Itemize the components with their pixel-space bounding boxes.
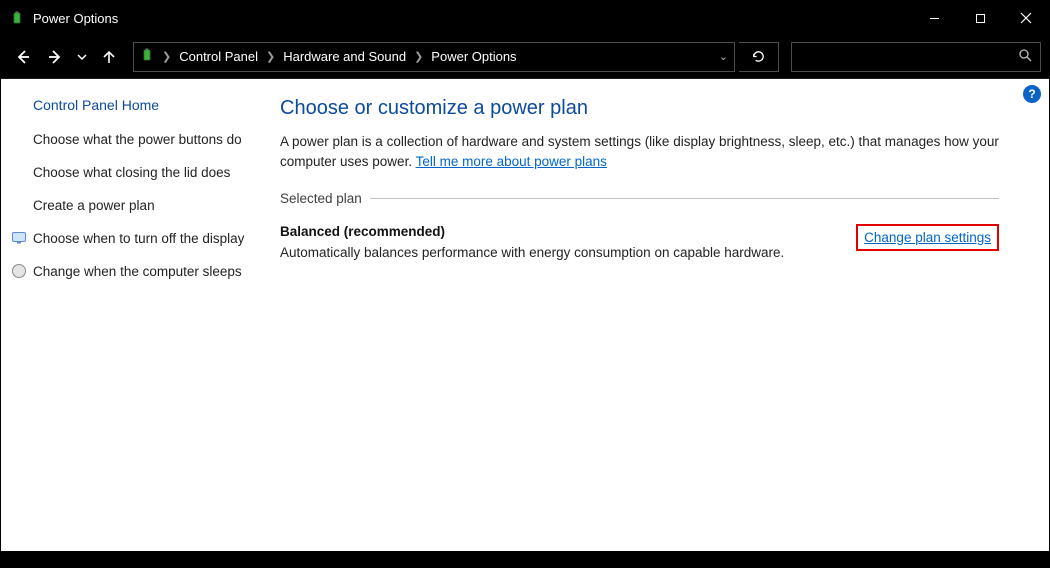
window-title: Power Options <box>33 11 911 26</box>
help-icon[interactable]: ? <box>1023 85 1041 103</box>
tell-me-more-link[interactable]: Tell me more about power plans <box>416 154 607 169</box>
battery-icon <box>9 10 25 26</box>
plan-name: Balanced (recommended) <box>280 224 836 239</box>
window-titlebar: Power Options <box>1 1 1049 35</box>
search-input[interactable] <box>791 42 1041 72</box>
chevron-down-icon[interactable]: ⌄ <box>719 50 728 63</box>
moon-icon <box>11 263 27 279</box>
battery-icon <box>140 48 154 65</box>
address-bar[interactable]: ❯ Control Panel ❯ Hardware and Sound ❯ P… <box>133 42 735 72</box>
main-panel: Choose or customize a power plan A power… <box>266 79 1049 551</box>
refresh-button[interactable] <box>739 42 779 72</box>
sidebar-link-computer-sleeps[interactable]: Change when the computer sleeps <box>33 263 254 282</box>
close-button[interactable] <box>1003 1 1049 35</box>
sidebar: Control Panel Home Choose what the power… <box>1 79 266 551</box>
navigation-toolbar: ❯ Control Panel ❯ Hardware and Sound ❯ P… <box>1 35 1049 79</box>
maximize-button[interactable] <box>957 1 1003 35</box>
sidebar-link-create-plan[interactable]: Create a power plan <box>33 197 254 216</box>
breadcrumb-item[interactable]: Hardware and Sound <box>283 49 406 64</box>
back-button[interactable] <box>9 42 37 72</box>
selected-plan-section-label: Selected plan <box>280 191 999 206</box>
content-area: ? Control Panel Home Choose what the pow… <box>1 79 1049 551</box>
page-description: A power plan is a collection of hardware… <box>280 132 999 171</box>
breadcrumb-item[interactable]: Power Options <box>431 49 516 64</box>
change-plan-settings-link[interactable]: Change plan settings <box>856 224 999 251</box>
up-button[interactable] <box>95 42 123 72</box>
chevron-right-icon: ❯ <box>266 50 275 63</box>
plan-description: Automatically balances performance with … <box>280 245 836 260</box>
window-controls <box>911 1 1049 35</box>
page-heading: Choose or customize a power plan <box>280 97 999 120</box>
divider <box>370 198 999 199</box>
monitor-icon <box>11 230 27 246</box>
control-panel-home-link[interactable]: Control Panel Home <box>33 97 254 113</box>
minimize-button[interactable] <box>911 1 957 35</box>
chevron-right-icon: ❯ <box>162 50 171 63</box>
search-icon <box>1018 48 1032 65</box>
breadcrumb-item[interactable]: Control Panel <box>179 49 258 64</box>
power-plan-row: Balanced (recommended) Automatically bal… <box>280 224 999 260</box>
sidebar-link-power-buttons[interactable]: Choose what the power buttons do <box>33 131 254 150</box>
forward-button[interactable] <box>41 42 69 72</box>
recent-dropdown[interactable] <box>73 42 91 72</box>
chevron-right-icon: ❯ <box>414 50 423 63</box>
sidebar-link-closing-lid[interactable]: Choose what closing the lid does <box>33 164 254 183</box>
bottom-border <box>1 551 1049 567</box>
sidebar-link-turn-off-display[interactable]: Choose when to turn off the display <box>33 230 254 249</box>
